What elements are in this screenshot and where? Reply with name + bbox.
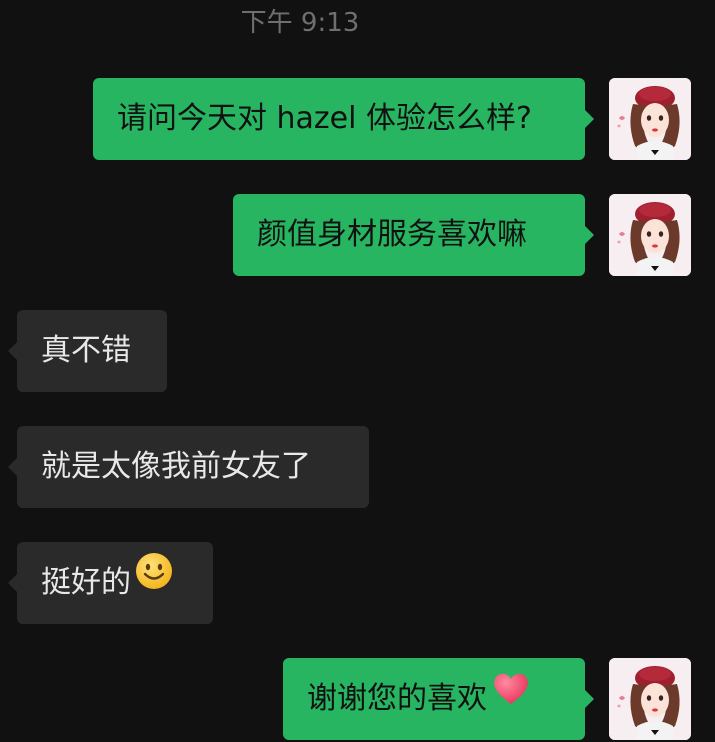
- message-bubble-incoming[interactable]: 就是太像我前女友了: [8, 426, 369, 508]
- message-bubble-outgoing[interactable]: 颜值身材服务喜欢嘛: [233, 194, 594, 276]
- message-bubble-outgoing[interactable]: 请问今天对 hazel 体验怎么样?: [93, 78, 594, 160]
- message-text: 谢谢您的喜欢: [307, 681, 487, 716]
- message-text: 请问今天对 hazel 体验怎么样?: [117, 101, 532, 136]
- user-avatar[interactable]: [609, 194, 691, 276]
- avatar-illustration-icon: [609, 658, 691, 740]
- smiling-face-emoji-icon: [135, 540, 173, 622]
- message-bubble-incoming[interactable]: 真不错: [8, 310, 167, 392]
- message-text: 挺好的: [41, 565, 131, 600]
- message-bubble-outgoing[interactable]: 谢谢您的喜欢: [283, 656, 594, 740]
- chat-timestamp: 下午 9:13: [240, 8, 360, 38]
- message-text: 就是太像我前女友了: [41, 449, 311, 484]
- user-avatar[interactable]: [609, 658, 691, 740]
- user-avatar[interactable]: [609, 78, 691, 160]
- avatar-illustration-icon: [609, 194, 691, 276]
- message-text: 颜值身材服务喜欢嘛: [257, 217, 527, 252]
- avatar-illustration-icon: [609, 78, 691, 160]
- red-heart-emoji-icon: [491, 656, 531, 738]
- message-bubble-incoming[interactable]: 挺好的: [8, 540, 213, 624]
- message-text: 真不错: [41, 333, 131, 368]
